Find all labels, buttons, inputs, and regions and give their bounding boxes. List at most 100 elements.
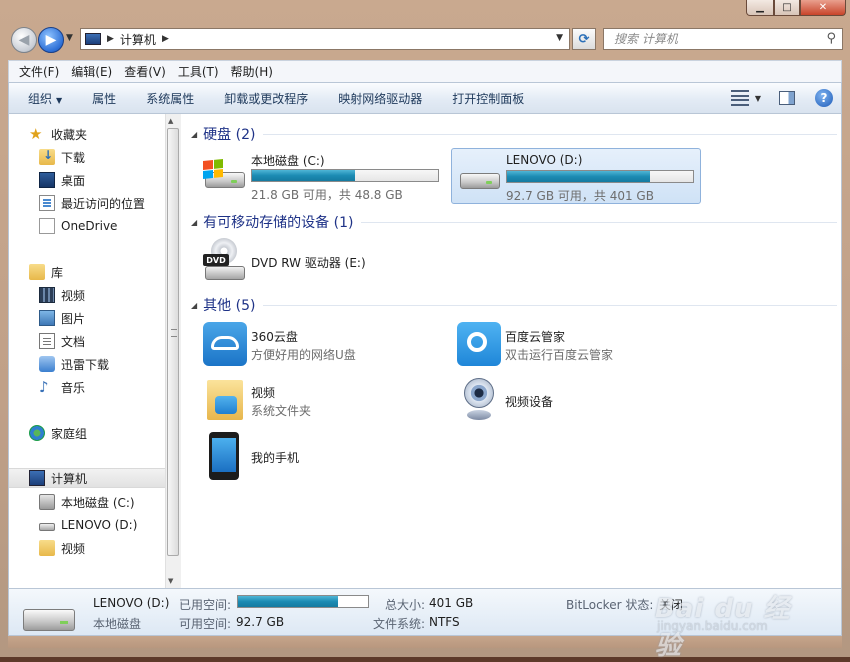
- drive-tile-d[interactable]: LENOVO (D:) 92.7 GB 可用，共 401 GB: [451, 148, 701, 204]
- back-button[interactable]: ◀: [11, 27, 37, 53]
- drive-tile-c[interactable]: 本地磁盘 (C:) 21.8 GB 可用，共 48.8 GB: [197, 148, 447, 204]
- sidebar-item-label: 本地磁盘 (C:): [61, 495, 135, 510]
- item-description: 双击运行百度云管家: [505, 348, 614, 362]
- sidebar-item-thunder-downloads[interactable]: 迅雷下载: [39, 354, 109, 374]
- sidebar-item-computer[interactable]: 计算机: [9, 468, 165, 488]
- item-description: 系统文件夹: [251, 404, 312, 418]
- folder-icon: [39, 540, 55, 556]
- star-icon: ★: [29, 125, 43, 143]
- preview-pane-icon[interactable]: [779, 91, 795, 105]
- maximize-button[interactable]: □: [774, 0, 800, 16]
- chevron-right-icon[interactable]: ▶: [107, 34, 114, 44]
- sidebar-item-onedrive[interactable]: OneDrive: [39, 216, 117, 236]
- sidebar-item-homegroup[interactable]: 家庭组: [29, 423, 87, 443]
- sidebar-item-drive-d[interactable]: LENOVO (D:): [39, 515, 137, 535]
- item-tile-baidu-cloud[interactable]: 百度云管家 双击运行百度云管家: [451, 318, 701, 374]
- chevron-down-icon[interactable]: ▼: [755, 94, 761, 103]
- sidebar-item-label: LENOVO (D:): [61, 518, 138, 532]
- sidebar-item-label: 家庭组: [51, 426, 88, 441]
- computer-icon: [29, 470, 45, 486]
- view-controls: ▼ ?: [730, 89, 833, 107]
- item-name: 360云盘: [251, 330, 298, 344]
- change-view-icon[interactable]: [730, 90, 749, 106]
- sidebar-item-label: 图片: [61, 311, 86, 326]
- group-header-hard-disks[interactable]: ◢ 硬盘 (2): [191, 124, 837, 144]
- sidebar-item-label: 视频: [61, 288, 86, 303]
- open-control-panel-button[interactable]: 打开控制面板: [452, 90, 524, 107]
- sidebar-item-label: 视频: [61, 541, 86, 556]
- recent-pages-dropdown[interactable]: ▼: [66, 33, 73, 43]
- close-button[interactable]: ✕: [800, 0, 846, 16]
- sidebar-item-downloads[interactable]: 下载: [39, 147, 85, 167]
- sidebar-item-libraries[interactable]: 库: [29, 262, 63, 282]
- menu-bar: 文件(F) 编辑(E) 查看(V) 工具(T) 帮助(H): [8, 60, 842, 82]
- sidebar-item-documents[interactable]: 文档: [39, 331, 85, 351]
- total-size-value: 401 GB: [429, 596, 474, 610]
- drive-usage-bar: [251, 169, 439, 182]
- homegroup-icon: [29, 425, 45, 441]
- scroll-down-icon[interactable]: ▼: [168, 577, 173, 585]
- dvd-drive-tile[interactable]: DVD DVD RW 驱动器 (E:): [197, 234, 447, 290]
- navigation-pane-scrollbar[interactable]: ▲ ▼: [165, 114, 181, 588]
- item-tile-video-folder[interactable]: 视频 系统文件夹: [197, 374, 447, 430]
- organize-button[interactable]: 组织 ▼: [28, 90, 62, 107]
- help-icon[interactable]: ?: [815, 89, 833, 107]
- sidebar-item-label: 迅雷下载: [61, 357, 110, 372]
- hard-drive-icon: [39, 523, 55, 531]
- sidebar-item-pictures[interactable]: 图片: [39, 308, 85, 328]
- details-usage-fill: [238, 596, 338, 607]
- sidebar-item-recent-places[interactable]: 最近访问的位置: [39, 193, 145, 213]
- group-header-removable[interactable]: ◢ 有可移动存储的设备 (1): [191, 212, 837, 232]
- minimize-button[interactable]: ▁: [746, 0, 774, 16]
- search-box[interactable]: ⚲: [603, 28, 843, 50]
- dvd-badge: DVD: [203, 254, 229, 266]
- chevron-right-icon[interactable]: ▶: [162, 34, 169, 44]
- refresh-button[interactable]: ⟳: [572, 28, 596, 50]
- item-name: 百度云管家: [505, 330, 566, 344]
- sidebar-item-videos[interactable]: 视频: [39, 285, 85, 305]
- hard-drive-icon: [458, 161, 502, 191]
- details-drive-type: 本地磁盘: [93, 617, 142, 631]
- address-bar[interactable]: ▶ 计算机 ▶ ▼: [80, 28, 570, 50]
- computer-icon: [85, 33, 101, 45]
- scrollbar-thumb[interactable]: [167, 128, 179, 556]
- window-controls: ▁ □ ✕: [746, 0, 846, 16]
- thunder-download-icon: [39, 356, 55, 372]
- item-tile-360-cloud[interactable]: 360云盘 方便好用的网络U盘: [197, 318, 447, 374]
- menu-view[interactable]: 查看(V): [124, 63, 166, 80]
- properties-button[interactable]: 属性: [92, 90, 116, 107]
- menu-tools[interactable]: 工具(T): [178, 63, 219, 80]
- sidebar-item-music[interactable]: ♪ 音乐: [39, 377, 85, 397]
- used-space-label: 已用空间:: [179, 598, 232, 612]
- map-network-drive-button[interactable]: 映射网络驱动器: [338, 90, 422, 107]
- search-icon[interactable]: ⚲: [826, 31, 836, 46]
- windows-logo-icon: [203, 158, 223, 180]
- file-system-label: 文件系统:: [373, 617, 426, 631]
- grip-icon: [171, 329, 177, 337]
- uninstall-program-button[interactable]: 卸载或更改程序: [224, 90, 308, 107]
- menu-file[interactable]: 文件(F): [19, 63, 59, 80]
- forward-button[interactable]: ▶: [38, 27, 64, 53]
- sidebar-item-desktop[interactable]: 桌面: [39, 170, 85, 190]
- item-tile-video-device[interactable]: 视频设备: [451, 374, 701, 430]
- sidebar-item-label: 音乐: [61, 380, 86, 395]
- address-dropdown-icon[interactable]: ▼: [556, 33, 563, 43]
- sidebar-item-favorites[interactable]: ★ 收藏夹: [29, 124, 87, 144]
- search-input[interactable]: [612, 31, 816, 47]
- collapse-triangle-icon[interactable]: ◢: [191, 130, 197, 139]
- group-header-other[interactable]: ◢ 其他 (5): [191, 295, 837, 315]
- sidebar-item-video-folder[interactable]: 视频: [39, 538, 85, 558]
- system-properties-button[interactable]: 系统属性: [146, 90, 194, 107]
- sidebar-item-drive-c[interactable]: 本地磁盘 (C:): [39, 492, 135, 512]
- address-path[interactable]: 计算机: [120, 31, 156, 48]
- scroll-up-icon[interactable]: ▲: [168, 117, 173, 125]
- item-name: 视频: [251, 386, 276, 400]
- item-tile-my-phone[interactable]: 我的手机: [197, 430, 447, 486]
- group-divider: [263, 304, 837, 306]
- collapse-triangle-icon[interactable]: ◢: [191, 218, 197, 227]
- sidebar-item-label: 下载: [61, 150, 86, 165]
- menu-help[interactable]: 帮助(H): [231, 63, 273, 80]
- hard-drive-icon: [23, 609, 75, 631]
- collapse-triangle-icon[interactable]: ◢: [191, 301, 197, 310]
- menu-edit[interactable]: 编辑(E): [71, 63, 112, 80]
